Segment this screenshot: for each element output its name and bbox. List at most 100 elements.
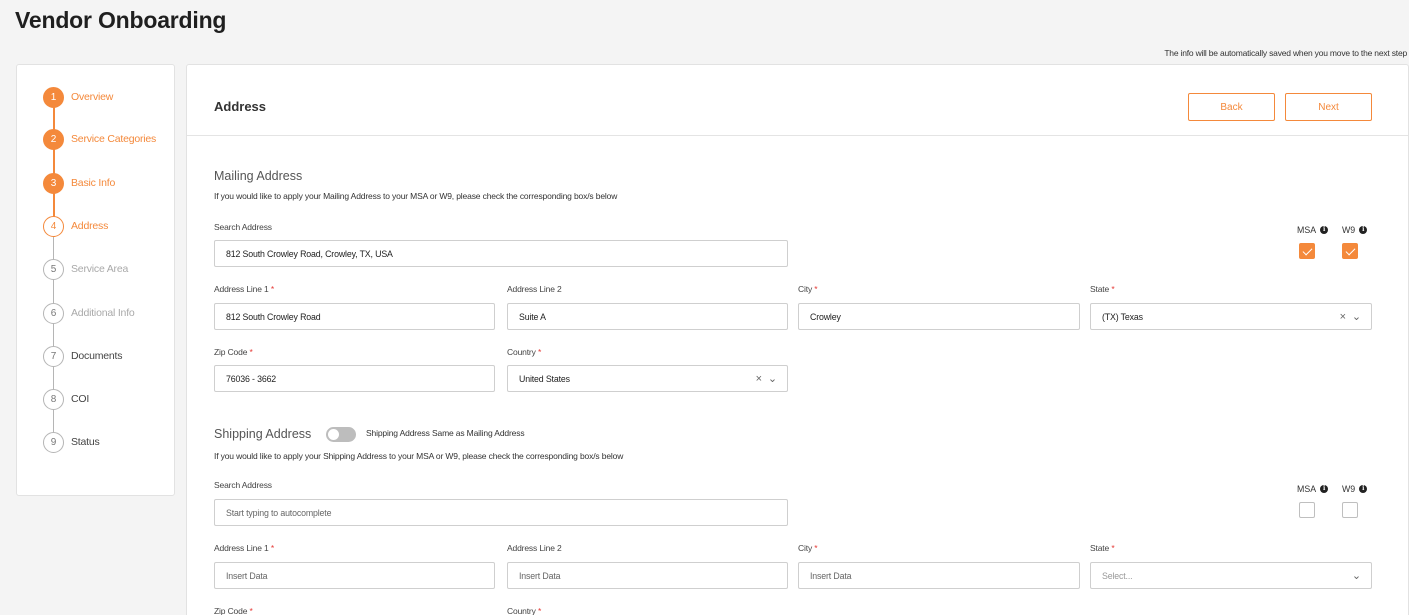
step-label: Overview bbox=[71, 91, 114, 103]
shipping-msa-label: MSA bbox=[1297, 484, 1317, 494]
shipping-search-placeholder: Start typing to autocomplete bbox=[226, 507, 332, 518]
shipping-address-title: Shipping Address bbox=[214, 427, 312, 441]
shipping-same-label: Shipping Address Same as Mailing Address bbox=[366, 428, 525, 438]
step-label: Service Area bbox=[71, 263, 129, 275]
step-number: 7 bbox=[43, 345, 64, 367]
page-title: Vendor Onboarding bbox=[15, 7, 227, 33]
shipping-w9-checkbox[interactable] bbox=[1342, 502, 1358, 518]
mailing-line1-label: Address Line 1 * bbox=[214, 284, 274, 294]
shipping-line2-label: Address Line 2 bbox=[507, 543, 562, 553]
close-icon[interactable]: × bbox=[756, 373, 762, 385]
shipping-msa-header: MSA i bbox=[1297, 484, 1329, 494]
mailing-city-input[interactable]: Crowley bbox=[798, 303, 1080, 330]
shipping-line2-placeholder: Insert Data bbox=[519, 570, 561, 581]
step-coi[interactable]: 8 COI bbox=[43, 388, 89, 410]
shipping-same-toggle[interactable] bbox=[326, 427, 356, 442]
step-number: 5 bbox=[43, 258, 64, 280]
shipping-zip-label: Zip Code * bbox=[214, 606, 253, 615]
shipping-line2-input[interactable]: Insert Data bbox=[507, 562, 788, 589]
step-address[interactable]: 4 Address bbox=[43, 215, 108, 237]
info-icon[interactable]: i bbox=[1359, 485, 1368, 493]
mailing-msa-header: MSA i bbox=[1297, 225, 1329, 235]
mailing-line2-input[interactable]: Suite A bbox=[507, 303, 788, 330]
mailing-city-value: Crowley bbox=[810, 311, 841, 322]
step-number: 2 bbox=[43, 128, 64, 150]
step-label: Status bbox=[71, 436, 100, 448]
mailing-country-select[interactable]: United States × ⌄ bbox=[507, 365, 788, 392]
step-number: 4 bbox=[43, 215, 64, 237]
step-label: Service Categories bbox=[71, 133, 157, 145]
step-number: 3 bbox=[43, 172, 64, 194]
step-documents[interactable]: 7 Documents bbox=[43, 345, 123, 367]
step-basic-info[interactable]: 3 Basic Info bbox=[43, 172, 115, 194]
mailing-city-label: City * bbox=[798, 284, 818, 294]
mailing-search-value: 812 South Crowley Road, Crowley, TX, USA bbox=[226, 248, 393, 259]
step-number: 6 bbox=[43, 302, 64, 324]
next-button[interactable]: Next bbox=[1285, 93, 1372, 121]
shipping-country-label: Country * bbox=[507, 606, 542, 615]
info-icon[interactable]: i bbox=[1359, 226, 1368, 234]
shipping-state-select[interactable]: Select... ⌄ bbox=[1090, 562, 1372, 589]
shipping-line1-label: Address Line 1 * bbox=[214, 543, 274, 553]
shipping-search-input[interactable]: Start typing to autocomplete bbox=[214, 499, 788, 526]
info-icon[interactable]: i bbox=[1320, 226, 1329, 234]
mailing-search-label: Search Address bbox=[214, 222, 272, 232]
step-service-area[interactable]: 5 Service Area bbox=[43, 258, 128, 280]
address-panel: Address Back Next Mailing Address If you… bbox=[186, 64, 1409, 615]
step-label: Documents bbox=[71, 350, 123, 362]
shipping-w9-label: W9 bbox=[1342, 484, 1356, 494]
step-label: COI bbox=[71, 393, 90, 405]
mailing-w9-label: W9 bbox=[1342, 225, 1356, 235]
shipping-address-subtitle: If you would like to apply your Shipping… bbox=[214, 451, 624, 461]
step-number: 8 bbox=[43, 388, 64, 410]
close-icon[interactable]: × bbox=[1340, 311, 1346, 323]
mailing-line1-value: 812 South Crowley Road bbox=[226, 311, 321, 322]
mailing-state-select[interactable]: (TX) Texas × ⌄ bbox=[1090, 303, 1372, 330]
autosave-note: The info will be automatically saved whe… bbox=[1164, 48, 1407, 58]
step-number: 9 bbox=[43, 431, 64, 453]
shipping-city-input[interactable]: Insert Data bbox=[798, 562, 1080, 589]
mailing-w9-checkbox[interactable] bbox=[1342, 243, 1358, 259]
mailing-msa-label: MSA bbox=[1297, 225, 1317, 235]
shipping-msa-checkbox[interactable] bbox=[1299, 502, 1315, 518]
step-service-categories[interactable]: 2 Service Categories bbox=[43, 128, 156, 150]
mailing-w9-header: W9 i bbox=[1342, 225, 1368, 235]
step-label: Address bbox=[71, 220, 109, 232]
info-icon[interactable]: i bbox=[1320, 485, 1329, 493]
step-status[interactable]: 9 Status bbox=[43, 431, 100, 453]
mailing-address-subtitle: If you would like to apply your Mailing … bbox=[214, 191, 618, 201]
panel-header: Address Back Next bbox=[187, 65, 1408, 136]
mailing-country-value: United States bbox=[519, 373, 570, 384]
mailing-state-value: (TX) Texas bbox=[1102, 311, 1143, 322]
shipping-state-placeholder: Select... bbox=[1102, 570, 1133, 581]
shipping-line1-placeholder: Insert Data bbox=[226, 570, 268, 581]
mailing-address-title: Mailing Address bbox=[214, 169, 303, 183]
mailing-zip-value: 76036 - 3662 bbox=[226, 373, 277, 384]
chevron-down-icon[interactable]: ⌄ bbox=[768, 373, 777, 385]
shipping-city-placeholder: Insert Data bbox=[810, 570, 852, 581]
shipping-state-label: State * bbox=[1090, 543, 1115, 553]
mailing-line1-input[interactable]: 812 South Crowley Road bbox=[214, 303, 495, 330]
onboarding-stepper: 1 Overview 2 Service Categories 3 Basic … bbox=[16, 64, 175, 496]
mailing-state-label: State * bbox=[1090, 284, 1115, 294]
shipping-w9-header: W9 i bbox=[1342, 484, 1368, 494]
mailing-line2-value: Suite A bbox=[519, 311, 546, 322]
step-label: Additional Info bbox=[71, 307, 135, 319]
chevron-down-icon[interactable]: ⌄ bbox=[1352, 311, 1361, 323]
shipping-search-label: Search Address bbox=[214, 480, 272, 490]
mailing-country-label: Country * bbox=[507, 347, 542, 357]
step-number: 1 bbox=[43, 86, 64, 108]
chevron-down-icon[interactable]: ⌄ bbox=[1352, 570, 1361, 582]
mailing-line2-label: Address Line 2 bbox=[507, 284, 562, 294]
shipping-line1-input[interactable]: Insert Data bbox=[214, 562, 495, 589]
mailing-zip-input[interactable]: 76036 - 3662 bbox=[214, 365, 495, 392]
mailing-msa-checkbox[interactable] bbox=[1299, 243, 1315, 259]
shipping-city-label: City * bbox=[798, 543, 818, 553]
mailing-search-input[interactable]: 812 South Crowley Road, Crowley, TX, USA bbox=[214, 240, 788, 267]
back-button[interactable]: Back bbox=[1188, 93, 1275, 121]
step-overview[interactable]: 1 Overview bbox=[43, 86, 113, 108]
mailing-zip-label: Zip Code * bbox=[214, 347, 253, 357]
step-label: Basic Info bbox=[71, 177, 116, 189]
panel-title: Address bbox=[214, 99, 267, 114]
step-additional-info[interactable]: 6 Additional Info bbox=[43, 302, 135, 324]
